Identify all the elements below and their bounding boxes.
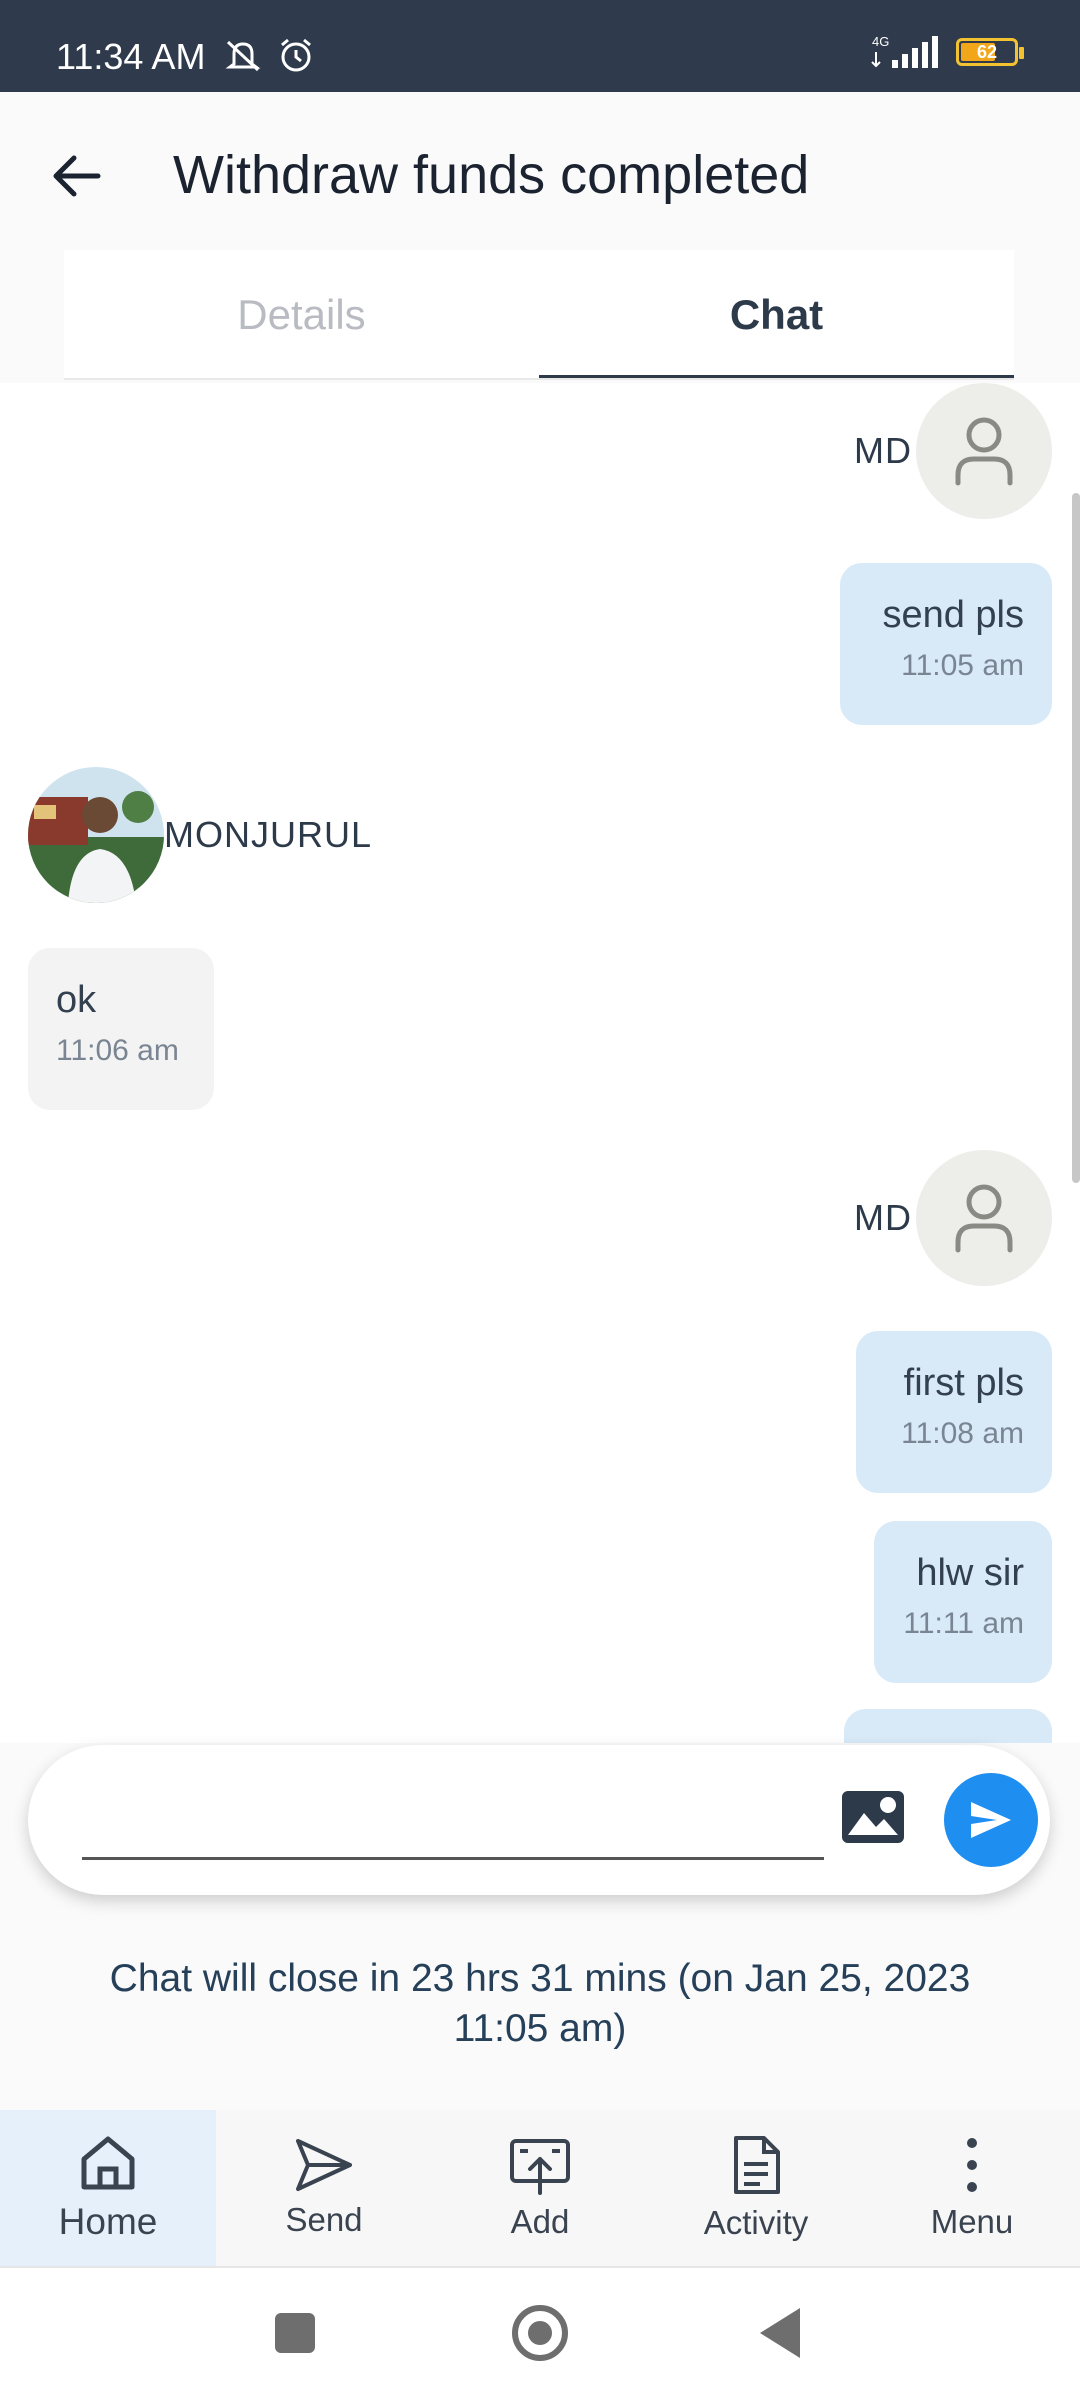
recent-apps-button[interactable] bbox=[275, 2313, 315, 2353]
sender-name: MD bbox=[854, 430, 912, 471]
svg-text:4G: 4G bbox=[872, 34, 889, 49]
sender-header: MD bbox=[854, 383, 1052, 519]
tab-details-label: Details bbox=[237, 291, 366, 338]
input-underline bbox=[82, 1857, 824, 1860]
message-bubble-outgoing[interactable]: hlw sir 11:11 am bbox=[874, 1521, 1052, 1683]
alarm-icon bbox=[281, 38, 311, 72]
battery-level: 62 bbox=[976, 42, 998, 62]
send-icon bbox=[971, 1802, 1011, 1838]
page-title: Withdraw funds completed bbox=[173, 145, 810, 205]
chat-scrollbar[interactable] bbox=[1072, 493, 1080, 1183]
home-icon bbox=[81, 2136, 135, 2190]
mute-icon bbox=[225, 40, 261, 72]
back-button[interactable] bbox=[40, 140, 112, 212]
message-bubble-outgoing[interactable]: first pls 11:08 am bbox=[856, 1331, 1052, 1493]
nav-activity-label: Activity bbox=[703, 2204, 809, 2241]
profile-photo bbox=[28, 767, 164, 903]
nav-menu[interactable]: Menu bbox=[864, 2110, 1080, 2266]
tabs-divider bbox=[64, 378, 1014, 380]
chat-area[interactable]: MD send pls 11:05 am MONJURUL ok 11:06 a… bbox=[0, 383, 1080, 1743]
tab-details[interactable]: Details bbox=[64, 250, 539, 380]
screen: 11:34 AM 4G 62 Withdraw funds completed … bbox=[0, 0, 1080, 2400]
send-message-button[interactable] bbox=[944, 1773, 1038, 1867]
attach-image-button[interactable] bbox=[840, 1787, 906, 1847]
message-bubble-outgoing[interactable] bbox=[844, 1709, 1052, 1743]
user-icon bbox=[955, 417, 1013, 486]
sender-name: MONJURUL bbox=[164, 814, 373, 855]
message-text: ok bbox=[56, 979, 97, 1021]
nav-add[interactable]: Add bbox=[432, 2110, 648, 2266]
nav-home-label: Home bbox=[58, 2201, 158, 2242]
more-vertical-icon bbox=[967, 2138, 977, 2192]
nav-activity[interactable]: Activity bbox=[648, 2110, 864, 2266]
message-text: first pls bbox=[903, 1362, 1024, 1404]
status-bar: 11:34 AM 4G 62 bbox=[0, 0, 1080, 92]
tab-chat[interactable]: Chat bbox=[539, 250, 1014, 380]
message-text: hlw sir bbox=[916, 1552, 1024, 1594]
arrow-left-icon bbox=[53, 155, 101, 197]
nav-send[interactable]: Send bbox=[216, 2110, 432, 2266]
send-icon bbox=[296, 2139, 352, 2191]
system-navigation-bar bbox=[0, 2268, 1080, 2400]
document-icon bbox=[734, 2136, 780, 2194]
sender-header: MONJURUL bbox=[28, 767, 372, 903]
message-input[interactable] bbox=[82, 1785, 824, 1851]
message-text: send pls bbox=[882, 594, 1024, 636]
avatar bbox=[916, 1150, 1052, 1286]
status-icons-left bbox=[222, 36, 316, 74]
message-time: 11:06 am bbox=[56, 1034, 179, 1067]
message-bubble-outgoing[interactable]: send pls 11:05 am bbox=[840, 563, 1052, 725]
battery-icon: 62 bbox=[956, 38, 1024, 66]
user-icon bbox=[955, 1184, 1013, 1253]
add-funds-icon bbox=[510, 2139, 570, 2195]
chat-close-notice: Chat will close in 23 hrs 31 mins (on Ja… bbox=[109, 1957, 971, 2050]
sender-name: MD bbox=[854, 1197, 912, 1238]
message-time: 11:05 am bbox=[901, 649, 1024, 682]
nav-add-label: Add bbox=[510, 2203, 570, 2240]
message-time: 11:11 am bbox=[903, 1607, 1024, 1640]
avatar bbox=[916, 383, 1052, 519]
message-time: 11:08 am bbox=[901, 1417, 1024, 1450]
message-bubble-incoming[interactable]: ok 11:06 am bbox=[28, 948, 214, 1110]
bottom-navigation: Home Send Add Activity Menu bbox=[0, 2110, 1080, 2268]
nav-home[interactable]: Home bbox=[0, 2110, 216, 2266]
system-home-button[interactable] bbox=[512, 2305, 568, 2361]
tab-bar: Details Chat bbox=[64, 250, 1014, 380]
image-icon bbox=[842, 1791, 904, 1843]
message-composer bbox=[28, 1745, 1050, 1895]
nav-menu-label: Menu bbox=[930, 2203, 1014, 2240]
app-bar: Withdraw funds completed bbox=[0, 92, 1080, 252]
status-time: 11:34 AM bbox=[56, 36, 206, 77]
avatar bbox=[28, 767, 164, 903]
tab-chat-label: Chat bbox=[729, 291, 824, 338]
sender-header: MD bbox=[854, 1150, 1052, 1286]
nav-send-label: Send bbox=[285, 2201, 363, 2238]
signal-icon: 4G bbox=[871, 34, 938, 68]
system-back-button[interactable] bbox=[760, 2308, 800, 2358]
status-right: 4G 62 bbox=[870, 34, 1024, 70]
